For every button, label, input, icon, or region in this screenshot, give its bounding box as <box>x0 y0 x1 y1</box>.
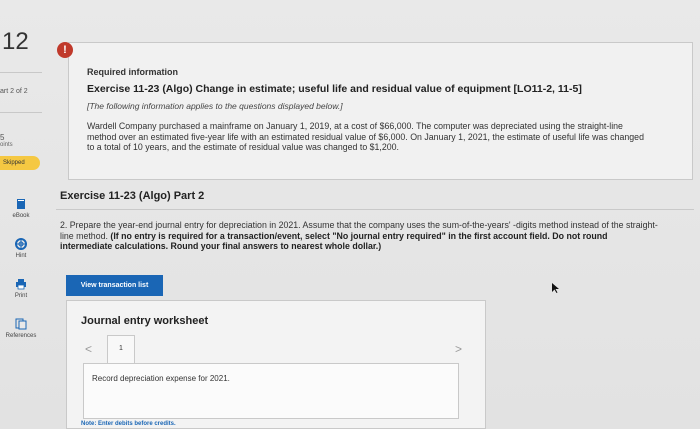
next-arrow-icon[interactable]: > <box>455 342 462 356</box>
references-label: References <box>5 333 37 339</box>
question-number: 12 <box>2 28 29 55</box>
exercise-title: Exercise 11-23 (Algo) Change in estimate… <box>87 83 582 95</box>
previous-arrow-icon[interactable]: < <box>85 342 92 356</box>
hint-tool[interactable]: Hint <box>0 238 42 259</box>
worksheet-note: Note: Enter debits before credits. <box>81 421 176 427</box>
question-text: 2. Prepare the year-end journal entry fo… <box>60 220 660 252</box>
print-label: Print <box>14 293 28 299</box>
worksheet-title: Journal entry worksheet <box>81 315 209 327</box>
exercise-description: Wardell Company purchased a mainframe on… <box>87 121 644 152</box>
view-transaction-list-button[interactable]: View transaction list <box>66 275 163 296</box>
worksheet-entry-panel: Record depreciation expense for 2021. <box>83 363 459 419</box>
points-value: 5 <box>0 133 5 142</box>
entry-description: Record depreciation expense for 2021. <box>92 374 230 383</box>
print-tool[interactable]: Print <box>0 278 42 299</box>
ebook-label: eBook <box>12 213 30 219</box>
book-icon <box>17 199 25 209</box>
sidebar-divider <box>0 72 42 73</box>
required-information-card: Required information Exercise 11-23 (Alg… <box>68 42 693 180</box>
skipped-badge: Skipped <box>0 156 40 170</box>
ebook-tool[interactable]: eBook <box>0 198 42 219</box>
question-bold-instructions: (If no entry is required for a transacti… <box>60 230 608 252</box>
printer-icon <box>16 279 26 290</box>
alert-icon: ! <box>57 42 73 58</box>
part-title: Exercise 11-23 (Algo) Part 2 <box>60 190 205 202</box>
journal-entry-worksheet: Journal entry worksheet < 1 > Record dep… <box>66 300 486 429</box>
required-information-title: Required information <box>87 67 179 77</box>
part-divider <box>56 209 694 210</box>
exercise-note: [The following information applies to th… <box>87 101 343 111</box>
points-label: oints <box>0 142 13 148</box>
worksheet-tab-1[interactable]: 1 <box>107 335 135 363</box>
sidebar-divider <box>0 112 42 113</box>
question-sidebar: 12 art 2 of 2 5 oints Skipped eBook Hint <box>0 0 42 429</box>
page: 12 art 2 of 2 5 oints Skipped eBook Hint <box>0 0 700 429</box>
lifebuoy-icon <box>15 238 27 250</box>
documents-icon <box>15 318 27 330</box>
references-tool[interactable]: References <box>0 318 42 339</box>
part-indicator: art 2 of 2 <box>0 88 28 95</box>
mouse-cursor-icon <box>552 283 559 293</box>
hint-label: Hint <box>15 253 27 259</box>
